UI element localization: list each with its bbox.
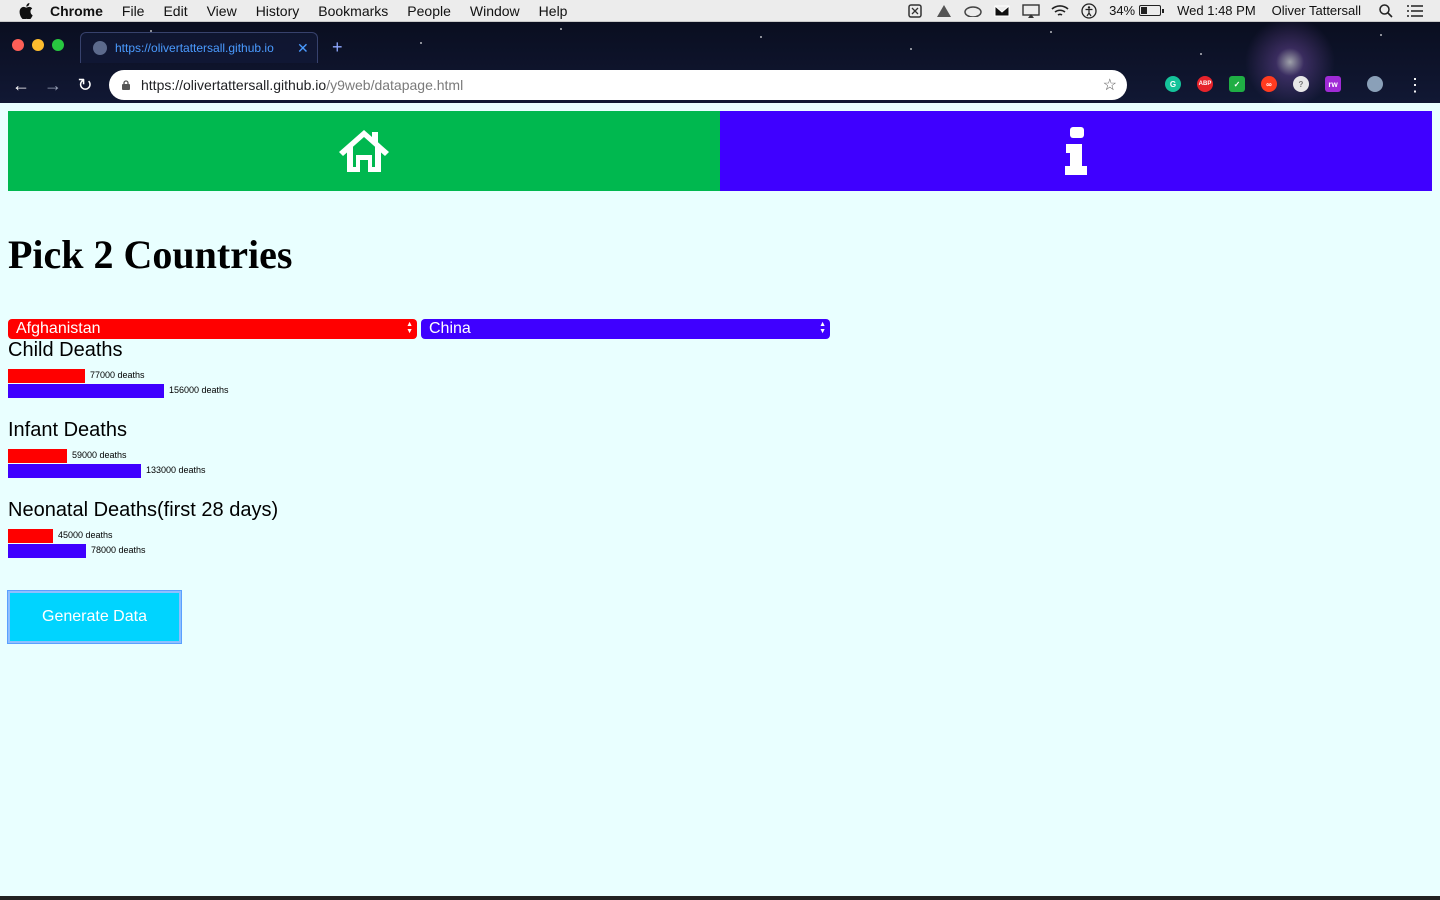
new-tab-icon[interactable]: + (332, 37, 343, 58)
cloud-icon[interactable] (964, 3, 982, 19)
country-b-select[interactable]: China ▲ ▼ (421, 319, 830, 339)
generate-data-button[interactable]: Generate Data (8, 591, 181, 643)
tab-close-icon[interactable]: ✕ (297, 40, 309, 57)
data-label: 156000 deaths (169, 385, 229, 395)
home-icon (339, 130, 389, 172)
country-a-value: Afghanistan (16, 320, 101, 337)
bar-child-deaths-country-b (8, 384, 164, 398)
web-page: Pick 2 Countries Afghanistan ▲ ▼ China ▲ ▼… (0, 103, 1440, 896)
select-arrows-icon: ▲ ▼ (819, 321, 826, 335)
puzzle-extension-icon[interactable]: rw (1325, 76, 1341, 92)
forward-arrow-icon[interactable]: → (42, 74, 64, 96)
bookmark-star-icon[interactable]: ☆ (1103, 75, 1117, 95)
battery-fill (1141, 7, 1148, 14)
section-title-neonatal-deaths: Neonatal Deaths(first 28 days) (8, 499, 279, 521)
apple-icon[interactable] (16, 1, 36, 21)
lock-icon (122, 80, 130, 90)
star-decoration (1200, 53, 1202, 55)
section-title-infant-deaths: Infant Deaths (8, 419, 127, 441)
info-icon (1065, 127, 1087, 175)
tab-title: https://olivertattersall.github.io (115, 41, 274, 55)
bar-neonatal-deaths-country-a (8, 529, 53, 543)
home-nav-button[interactable] (8, 111, 720, 191)
reload-icon[interactable]: ↻ (74, 74, 96, 96)
profile-avatar-icon[interactable] (1367, 76, 1383, 92)
menu-app-name[interactable]: Chrome (50, 3, 103, 19)
bar-neonatal-deaths-country-b (8, 544, 86, 558)
window-bottom-edge (0, 896, 1440, 900)
site-navbar (8, 111, 1432, 191)
grammarly-icon[interactable]: G (1165, 76, 1181, 92)
battery-icon[interactable] (1139, 5, 1165, 16)
menu-people[interactable]: People (407, 3, 451, 19)
star-decoration (420, 42, 422, 44)
star-decoration (910, 48, 912, 50)
wifi-icon[interactable] (1051, 3, 1069, 19)
battery-percent: 34% (1109, 3, 1136, 18)
shield-icon[interactable] (906, 3, 924, 19)
country-b-value: China (429, 320, 471, 337)
bar-infant-deaths-country-a (8, 449, 67, 463)
data-label: 59000 deaths (72, 450, 127, 460)
chrome-menu-icon[interactable]: ⋮ (1406, 75, 1424, 96)
drive-icon[interactable] (935, 3, 953, 19)
browser-tab[interactable]: https://olivertattersall.github.io ✕ (80, 32, 318, 63)
bar-child-deaths-country-a (8, 369, 85, 383)
airplay-icon[interactable] (1022, 3, 1040, 19)
menu-file[interactable]: File (122, 3, 145, 19)
menu-view[interactable]: View (207, 3, 237, 19)
url-path: /y9web/datapage.html (326, 77, 464, 93)
data-label: 77000 deaths (90, 370, 145, 380)
country-a-select[interactable]: Afghanistan ▲ ▼ (8, 319, 417, 339)
data-label: 45000 deaths (58, 530, 113, 540)
navigation-row: ← → ↻ https://olivertattersall.github.io… (0, 67, 1440, 103)
window-zoom-button[interactable] (52, 39, 64, 51)
user-name[interactable]: Oliver Tattersall (1272, 3, 1361, 18)
window-minimize-button[interactable] (32, 39, 44, 51)
clock[interactable]: Wed 1:48 PM (1177, 3, 1256, 18)
globe-icon (93, 41, 107, 55)
url-host: https://olivertattersall.github.io (141, 77, 327, 93)
data-label: 78000 deaths (91, 545, 146, 555)
infinity-icon[interactable]: ∞ (1261, 76, 1277, 92)
browser-toolbar: https://olivertattersall.github.io ✕ + ←… (0, 22, 1440, 103)
menu-bar: Chrome File Edit View History Bookmarks … (0, 0, 1440, 22)
menu-history[interactable]: History (256, 3, 300, 19)
bar-infant-deaths-country-b (8, 464, 141, 478)
page-title: Pick 2 Countries (8, 232, 293, 277)
menu-help[interactable]: Help (539, 3, 568, 19)
circle-extension-icon[interactable]: ? (1293, 76, 1309, 92)
data-label: 133000 deaths (146, 465, 206, 475)
star-decoration (1050, 31, 1052, 33)
info-nav-button[interactable] (720, 111, 1432, 191)
address-bar[interactable]: https://olivertattersall.github.io/y9web… (109, 70, 1127, 100)
notification-center-icon[interactable] (1406, 3, 1424, 19)
back-arrow-icon[interactable]: ← (10, 74, 32, 96)
menu-window[interactable]: Window (470, 3, 520, 19)
mail-icon[interactable] (993, 3, 1011, 19)
checkmark-icon[interactable]: ✓ (1229, 76, 1245, 92)
menu-bookmarks[interactable]: Bookmarks (318, 3, 388, 19)
window-close-button[interactable] (12, 39, 24, 51)
star-decoration (1380, 34, 1382, 36)
spotlight-icon[interactable] (1377, 3, 1395, 19)
star-decoration (760, 36, 762, 38)
select-arrows-icon: ▲ ▼ (406, 321, 413, 335)
menu-edit[interactable]: Edit (163, 3, 187, 19)
adblock-icon[interactable]: ABP (1197, 76, 1213, 92)
accessibility-icon[interactable] (1080, 2, 1098, 19)
section-title-child-deaths: Child Deaths (8, 339, 123, 361)
star-decoration (560, 28, 562, 30)
